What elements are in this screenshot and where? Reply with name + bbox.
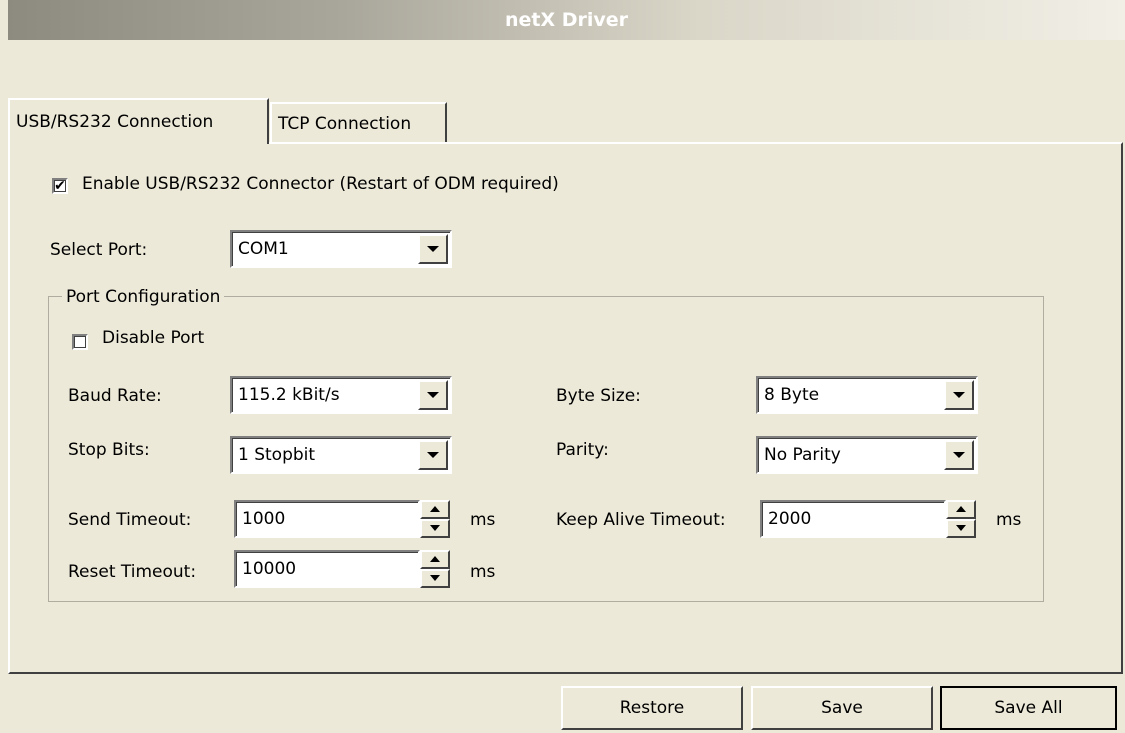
- keep-alive-timeout-label: Keep Alive Timeout:: [556, 510, 726, 530]
- send-timeout-unit: ms: [470, 510, 496, 530]
- tab-usb-rs232[interactable]: USB/RS232 Connection: [8, 98, 269, 144]
- checkmark-icon: ✔: [54, 178, 66, 194]
- baud-rate-label: Baud Rate:: [68, 386, 162, 406]
- parity-label: Parity:: [556, 440, 609, 460]
- save-button[interactable]: Save: [751, 686, 933, 730]
- stop-bits-label: Stop Bits:: [68, 440, 150, 460]
- select-port-value: COM1: [238, 239, 289, 259]
- parity-value: No Parity: [764, 445, 841, 465]
- reset-timeout-increment[interactable]: [420, 550, 450, 569]
- chevron-down-icon: [427, 246, 439, 252]
- disable-port-checkbox[interactable]: [72, 334, 88, 350]
- byte-size-label: Byte Size:: [556, 386, 641, 406]
- send-timeout-label: Send Timeout:: [68, 510, 192, 530]
- chevron-down-icon: [953, 392, 965, 398]
- keep-alive-timeout-value: 2000: [768, 509, 812, 529]
- arrow-down-icon: [430, 575, 440, 581]
- keep-alive-timeout-decrement[interactable]: [946, 519, 976, 538]
- reset-timeout-value: 10000: [242, 559, 297, 579]
- restore-button[interactable]: Restore: [561, 686, 743, 730]
- enable-connector-checkbox[interactable]: ✔: [52, 178, 68, 194]
- send-timeout-input[interactable]: 1000: [234, 500, 420, 538]
- select-port-dropdown-button[interactable]: [418, 234, 448, 264]
- stop-bits-dropdown-button[interactable]: [418, 440, 448, 470]
- chevron-down-icon: [427, 452, 439, 458]
- select-port-label: Select Port:: [50, 240, 148, 260]
- disable-port-label: Disable Port: [102, 328, 205, 348]
- keep-alive-timeout-input[interactable]: 2000: [760, 500, 946, 538]
- byte-size-value: 8 Byte: [764, 385, 820, 405]
- parity-dropdown-button[interactable]: [944, 440, 974, 470]
- window-title: netX Driver: [8, 0, 1125, 40]
- send-timeout-value: 1000: [242, 509, 286, 529]
- send-timeout-increment[interactable]: [420, 500, 450, 519]
- enable-connector-label: Enable USB/RS232 Connector (Restart of O…: [82, 174, 559, 194]
- arrow-up-icon: [430, 506, 440, 512]
- tab-tcp[interactable]: TCP Connection: [270, 102, 447, 142]
- save-all-button[interactable]: Save All: [940, 686, 1117, 730]
- baud-rate-value: 115.2 kBit/s: [238, 385, 340, 405]
- arrow-up-icon: [430, 556, 440, 562]
- send-timeout-decrement[interactable]: [420, 519, 450, 538]
- port-configuration-title: Port Configuration: [62, 286, 225, 308]
- arrow-up-icon: [956, 506, 966, 512]
- reset-timeout-decrement[interactable]: [420, 569, 450, 588]
- reset-timeout-label: Reset Timeout:: [68, 562, 197, 582]
- arrow-down-icon: [430, 525, 440, 531]
- reset-timeout-unit: ms: [470, 562, 496, 582]
- keep-alive-timeout-increment[interactable]: [946, 500, 976, 519]
- byte-size-dropdown-button[interactable]: [944, 380, 974, 410]
- keep-alive-timeout-unit: ms: [996, 510, 1022, 530]
- reset-timeout-input[interactable]: 10000: [234, 550, 420, 588]
- chevron-down-icon: [427, 392, 439, 398]
- arrow-down-icon: [956, 525, 966, 531]
- baud-rate-dropdown-button[interactable]: [418, 380, 448, 410]
- chevron-down-icon: [953, 452, 965, 458]
- stop-bits-value: 1 Stopbit: [238, 445, 316, 465]
